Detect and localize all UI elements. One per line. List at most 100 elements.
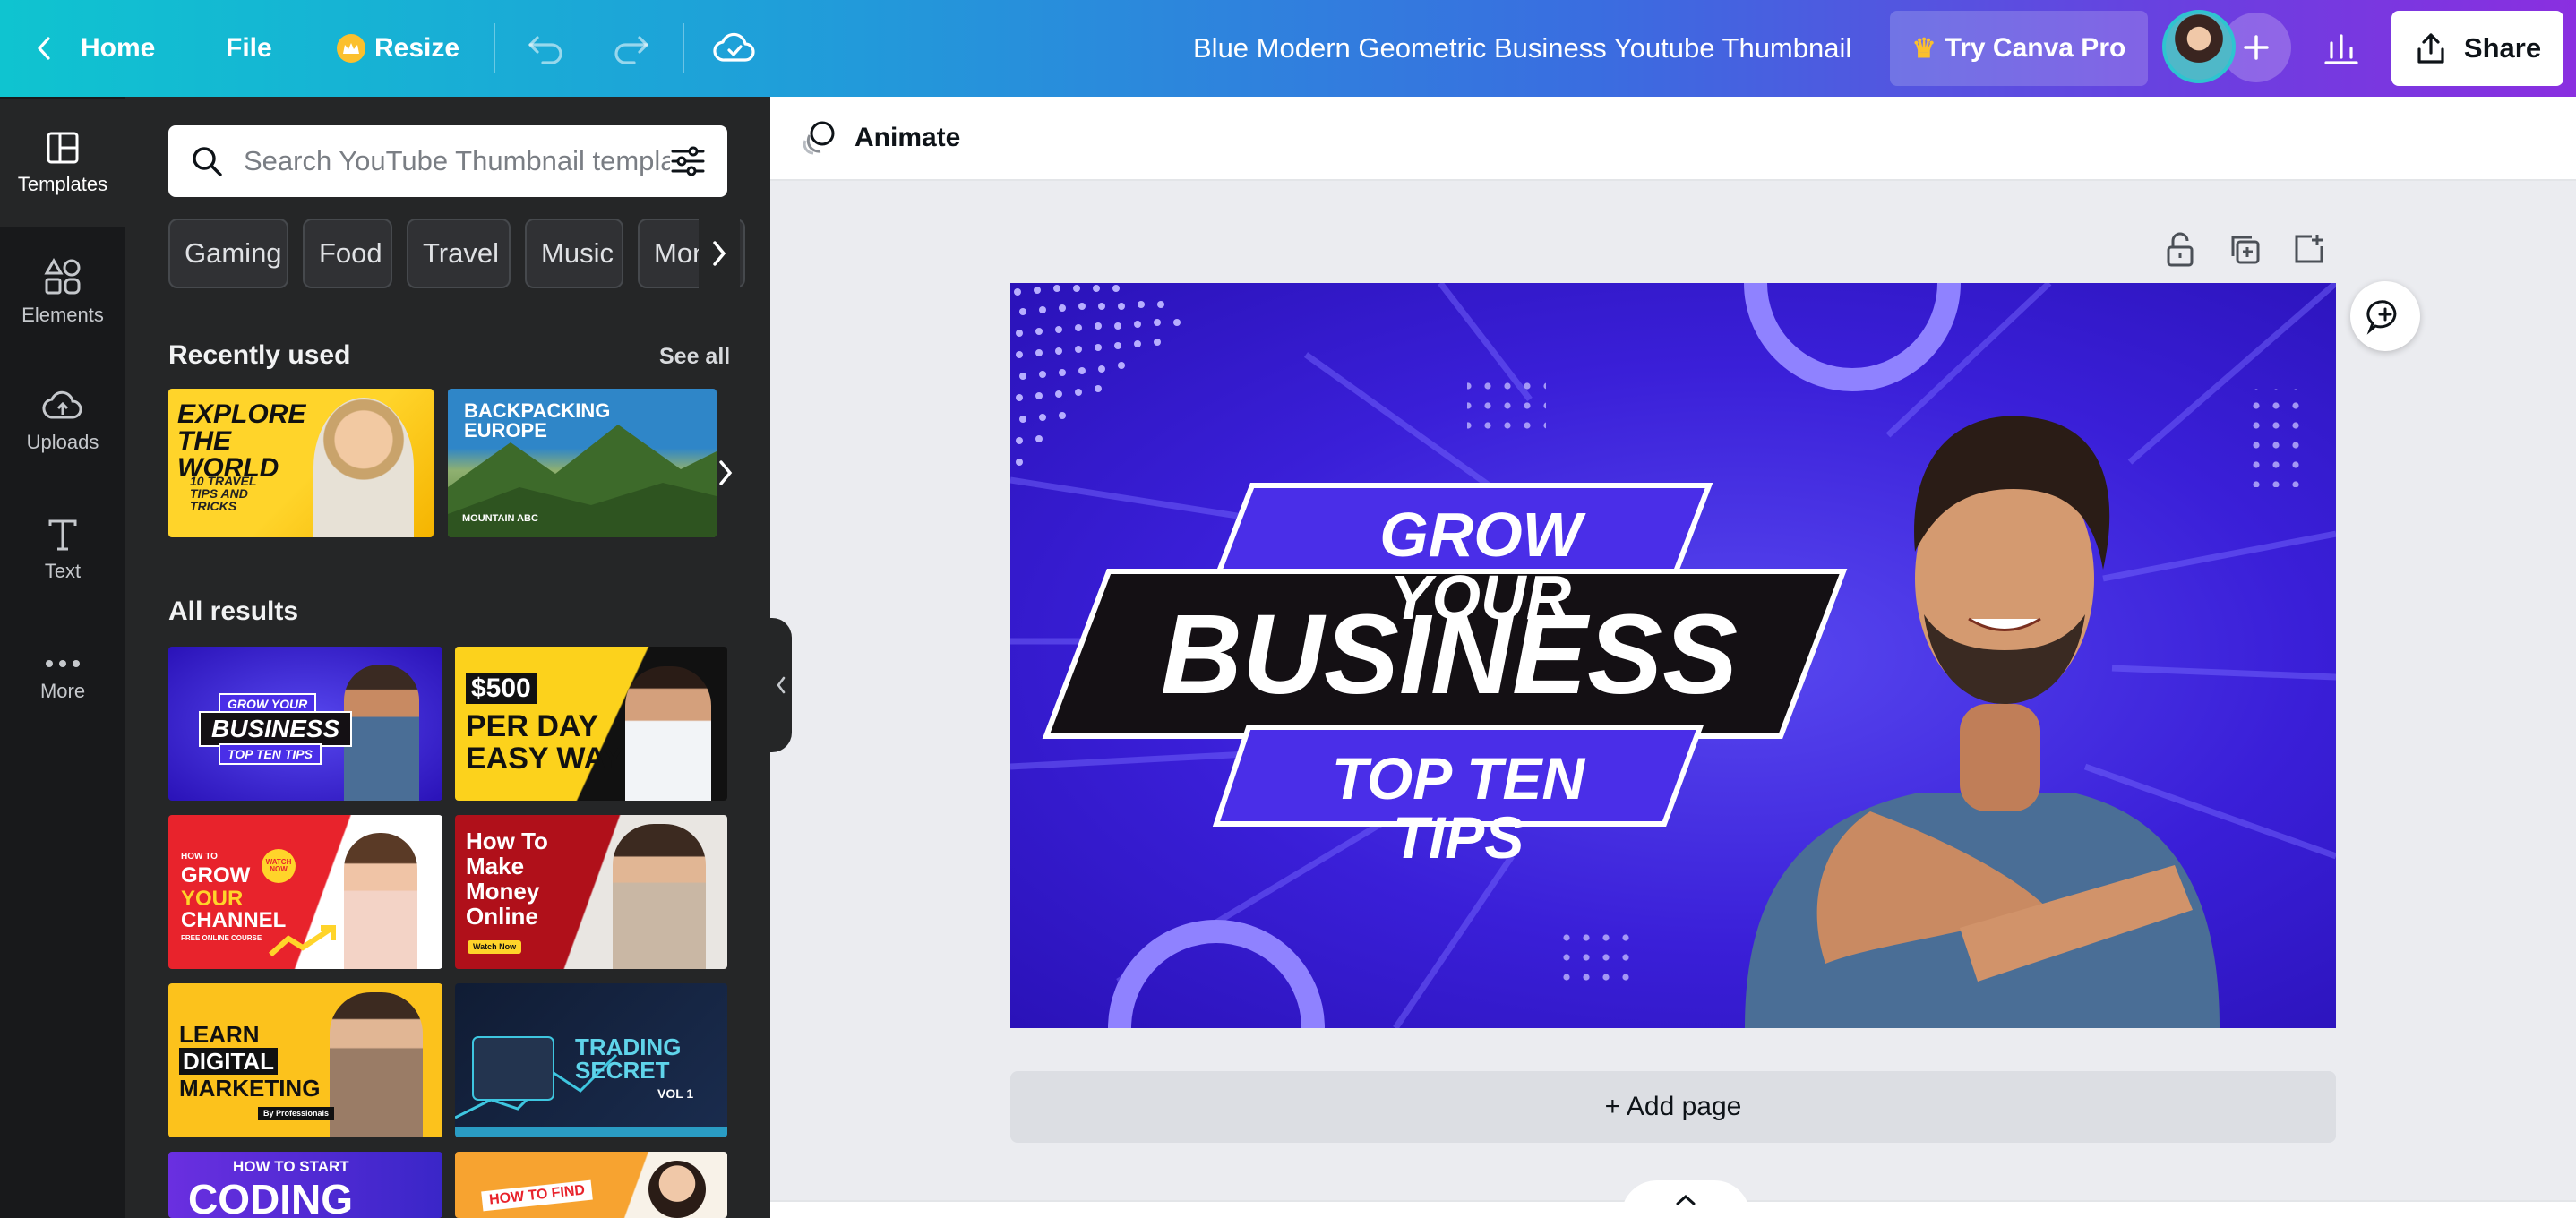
add-comment-button[interactable] (2350, 281, 2420, 351)
canvas-line-business[interactable]: BUSINESS (1082, 598, 1816, 711)
share-upload-icon (2417, 33, 2444, 64)
template-how-to-find[interactable]: HOW TO FIND (455, 1152, 727, 1218)
woman-photo (648, 1161, 706, 1218)
share-label: Share (2463, 32, 2542, 64)
template-line: HOW TO FIND (481, 1179, 594, 1212)
add-page-icon (2295, 235, 2323, 263)
rail-item-templates[interactable]: Templates (0, 99, 125, 227)
template-line: TRADING (575, 1034, 682, 1060)
template-line: HOW TO START (233, 1158, 349, 1175)
design-canvas[interactable]: GROW YOUR BUSINESS TOP TEN TIPS (1010, 283, 2336, 1028)
recent-template-backpacking-europe[interactable]: BACKPACKING EUROPE MOUNTAIN ABC (448, 389, 717, 537)
template-grow-your-business[interactable]: GROW YOUR BUSINESS TOP TEN TIPS (168, 647, 442, 801)
recent-title: EXPLORE THE WORLD (177, 399, 306, 483)
top-bar: Home File Resize Blue Modern Geometric B… (0, 0, 2576, 97)
try-pro-label: Try Canva Pro (1945, 33, 2126, 63)
recent-template-explore-world[interactable]: EXPLORE THE WORLD 10 TRAVEL TIPS AND TRI… (168, 389, 434, 537)
rail-item-more[interactable]: More (0, 614, 125, 743)
add-page-button[interactable]: + Add page (1010, 1071, 2336, 1143)
recent-next-button[interactable] (708, 437, 743, 509)
rail-item-uploads[interactable]: Uploads (0, 356, 125, 485)
recent-title: BACKPACKING EUROPE (464, 399, 611, 442)
comment-add-icon (2366, 300, 2397, 335)
try-canva-pro-button[interactable]: ♛ Try Canva Pro (1890, 11, 2148, 86)
template-start-coding[interactable]: HOW TO START CODING (168, 1152, 442, 1218)
template-line: PER DAY (466, 709, 599, 743)
recently-used-heading: Recently used (168, 340, 351, 370)
avatar[interactable] (2162, 10, 2236, 83)
template-line: How To (466, 828, 548, 854)
see-all-link[interactable]: See all (659, 344, 730, 370)
template-grow-channel[interactable]: HOW TO GROW YOUR CHANNEL FREE ONLINE COU… (168, 815, 442, 969)
chevron-right-icon (719, 460, 733, 485)
chevron-left-icon (777, 676, 786, 694)
template-digital-marketing[interactable]: LEARN DIGITAL MARKETING By Professionals (168, 983, 442, 1137)
duplicate-page-button[interactable] (2225, 229, 2264, 269)
template-make-money-online[interactable]: How To Make Money Online Watch Now (455, 815, 727, 969)
chevron-left-icon (38, 37, 50, 60)
resize-button[interactable]: Resize (337, 0, 459, 97)
show-pages-button[interactable] (1621, 1180, 1750, 1218)
insights-button[interactable] (2309, 11, 2374, 86)
template-trading-secret[interactable]: TRADING SECRET VOL 1 (455, 983, 727, 1137)
chip-label: Gaming (185, 237, 282, 269)
watch-now-badge: WATCH NOW (262, 849, 296, 883)
rail-label: More (39, 680, 86, 702)
chip-label: Food (319, 237, 382, 269)
design-title-text: Blue Modern Geometric Business Youtube T… (1193, 32, 1852, 64)
add-page-button-top[interactable] (2289, 229, 2329, 269)
template-line: Watch Now (468, 940, 522, 954)
file-menu-button[interactable]: File (226, 0, 272, 97)
animate-label: Animate (854, 123, 961, 152)
rail-label: Text (44, 560, 82, 582)
animate-toolbar: Animate (770, 97, 2576, 181)
template-line: DIGITAL (179, 1048, 279, 1075)
redo-icon (614, 36, 648, 64)
animate-button[interactable]: Animate (797, 117, 960, 159)
template-line: FREE ONLINE COURSE (181, 934, 262, 942)
animate-icon (803, 121, 835, 155)
resize-label: Resize (374, 33, 460, 63)
home-button[interactable]: Home (32, 0, 155, 97)
rail-item-text[interactable]: Text (0, 485, 125, 614)
lock-page-button[interactable] (2160, 229, 2200, 269)
save-status-button[interactable] (713, 0, 756, 97)
template-line: EASY WAY (466, 742, 623, 776)
collapse-panel-button[interactable] (770, 618, 792, 752)
divider (683, 23, 684, 73)
search-box[interactable]: Search YouTube Thumbnail templates (168, 125, 727, 197)
chevron-up-icon (1676, 1194, 1696, 1205)
template-line: HOW TO (181, 852, 218, 862)
template-500-per-day[interactable]: $500 PER DAY EASY WAY (455, 647, 727, 801)
elements-icon (44, 257, 81, 295)
template-line: YOUR (181, 887, 244, 911)
undo-button[interactable] (527, 0, 568, 97)
template-line: Online (466, 903, 538, 930)
template-line: TOP TEN TIPS (219, 743, 322, 765)
plus-icon (2244, 35, 2269, 60)
design-title[interactable]: Blue Modern Geometric Business Youtube T… (1193, 0, 1851, 97)
home-label: Home (81, 33, 156, 63)
search-input[interactable]: Search YouTube Thumbnail templates (244, 145, 670, 177)
chip-music[interactable]: Music (525, 219, 623, 288)
canva-editor: Home File Resize Blue Modern Geometric B… (0, 0, 2576, 1218)
man-photo (330, 992, 423, 1137)
template-line: Make (466, 853, 525, 879)
more-dots-icon (46, 660, 80, 667)
chip-label: Travel (423, 237, 499, 269)
undo-icon (528, 36, 562, 64)
canvas-line-top-ten-tips[interactable]: TOP TEN TIPS (1270, 749, 1646, 867)
redo-button[interactable] (609, 0, 650, 97)
chip-gaming[interactable]: Gaming (168, 219, 288, 288)
chip-travel[interactable]: Travel (407, 219, 511, 288)
crown-icon: ♛ (1911, 33, 1936, 64)
rail-label: Templates (17, 173, 108, 195)
man-photo (1745, 416, 2220, 1028)
templates-panel: Search YouTube Thumbnail templates Gamin… (125, 97, 770, 1218)
chip-food[interactable]: Food (303, 219, 392, 288)
template-line: CODING (188, 1176, 353, 1218)
share-button[interactable]: Share (2391, 11, 2563, 86)
filter-sliders-icon[interactable] (670, 144, 706, 178)
rail-item-elements[interactable]: Elements (0, 227, 125, 356)
chips-next-button[interactable] (699, 219, 740, 288)
